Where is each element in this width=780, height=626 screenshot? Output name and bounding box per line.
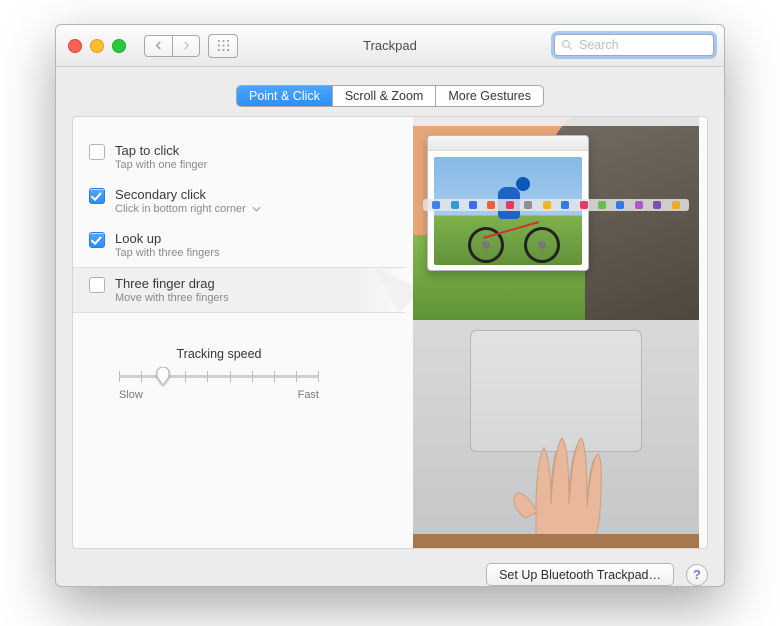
preview-trackpad bbox=[470, 330, 642, 452]
search-input[interactable] bbox=[577, 37, 725, 53]
settings-list: Tap to clickTap with one fingerSecondary… bbox=[73, 117, 405, 548]
checkbox-three-finger-drag[interactable] bbox=[89, 277, 105, 293]
option-subtitle: Move with three fingers bbox=[115, 292, 229, 304]
dock-app-icon bbox=[543, 201, 551, 209]
option-title: Secondary click bbox=[115, 187, 261, 202]
option-subtitle: Tap with one finger bbox=[115, 159, 207, 171]
option-secondary-click[interactable]: Secondary clickClick in bottom right cor… bbox=[73, 179, 405, 223]
option-subtitle: Click in bottom right corner bbox=[115, 203, 261, 215]
minimize-window-button[interactable] bbox=[90, 39, 104, 53]
preview-dock bbox=[423, 199, 689, 211]
tab-more-gestures[interactable]: More Gestures bbox=[436, 86, 543, 106]
back-button[interactable] bbox=[144, 35, 172, 57]
dock-app-icon bbox=[469, 201, 477, 209]
dock-app-icon bbox=[598, 201, 606, 209]
preview-frame bbox=[413, 117, 699, 548]
dock-app-icon bbox=[672, 201, 680, 209]
dock-app-icon bbox=[653, 201, 661, 209]
dock-app-icon bbox=[506, 201, 514, 209]
slider-min-label: Slow bbox=[119, 389, 143, 401]
preferences-window: Trackpad Point & ClickScroll & ZoomMore … bbox=[55, 24, 725, 587]
dock-app-icon bbox=[451, 201, 459, 209]
checkbox-look-up[interactable] bbox=[89, 232, 105, 248]
slider-thumb[interactable] bbox=[156, 367, 170, 385]
tab-point-click[interactable]: Point & Click bbox=[237, 86, 333, 106]
dock-app-icon bbox=[432, 201, 440, 209]
zoom-window-button[interactable] bbox=[112, 39, 126, 53]
dock-app-icon bbox=[580, 201, 588, 209]
help-button[interactable]: ? bbox=[686, 564, 708, 586]
dock-app-icon bbox=[635, 201, 643, 209]
setup-bluetooth-trackpad-button[interactable]: Set Up Bluetooth Trackpad… bbox=[486, 563, 674, 586]
dock-app-icon bbox=[524, 201, 532, 209]
close-window-button[interactable] bbox=[68, 39, 82, 53]
tabs-row: Point & ClickScroll & ZoomMore Gestures bbox=[56, 85, 724, 107]
tabs-segmented: Point & ClickScroll & ZoomMore Gestures bbox=[236, 85, 544, 107]
dock-app-icon bbox=[561, 201, 569, 209]
gesture-preview bbox=[405, 117, 707, 548]
dock-app-icon bbox=[487, 201, 495, 209]
option-look-up[interactable]: Look upTap with three fingers bbox=[73, 223, 405, 267]
slider-track[interactable] bbox=[119, 365, 319, 387]
show-all-button[interactable] bbox=[208, 34, 238, 58]
dock-app-icon bbox=[616, 201, 624, 209]
tracking-speed-slider[interactable]: Tracking speed Slow Fast bbox=[119, 347, 319, 401]
content-panel: Tap to clickTap with one fingerSecondary… bbox=[72, 116, 708, 549]
preview-menubar bbox=[413, 117, 699, 126]
option-title: Three finger drag bbox=[115, 276, 229, 291]
nav-buttons bbox=[144, 35, 200, 57]
checkbox-tap-to-click[interactable] bbox=[89, 144, 105, 160]
preview-desktop bbox=[413, 117, 699, 319]
window-controls bbox=[68, 39, 126, 53]
option-title: Tap to click bbox=[115, 143, 207, 158]
forward-button[interactable] bbox=[172, 35, 200, 57]
option-title: Look up bbox=[115, 231, 220, 246]
preview-trackpad-area bbox=[413, 320, 699, 548]
bottom-bar: Set Up Bluetooth Trackpad… ? bbox=[56, 549, 724, 586]
checkbox-secondary-click[interactable] bbox=[89, 188, 105, 204]
option-subtitle: Tap with three fingers bbox=[115, 247, 220, 259]
preview-table bbox=[413, 534, 699, 548]
slider-max-label: Fast bbox=[298, 389, 319, 401]
option-three-finger-drag[interactable]: Three finger dragMove with three fingers bbox=[73, 267, 405, 313]
slider-title: Tracking speed bbox=[119, 347, 319, 361]
titlebar: Trackpad bbox=[56, 25, 724, 67]
option-tap-to-click[interactable]: Tap to clickTap with one finger bbox=[73, 135, 405, 179]
tab-scroll-zoom[interactable]: Scroll & Zoom bbox=[333, 86, 437, 106]
search-field[interactable] bbox=[554, 34, 714, 56]
search-icon bbox=[561, 39, 573, 51]
chevron-down-icon[interactable] bbox=[252, 206, 261, 212]
